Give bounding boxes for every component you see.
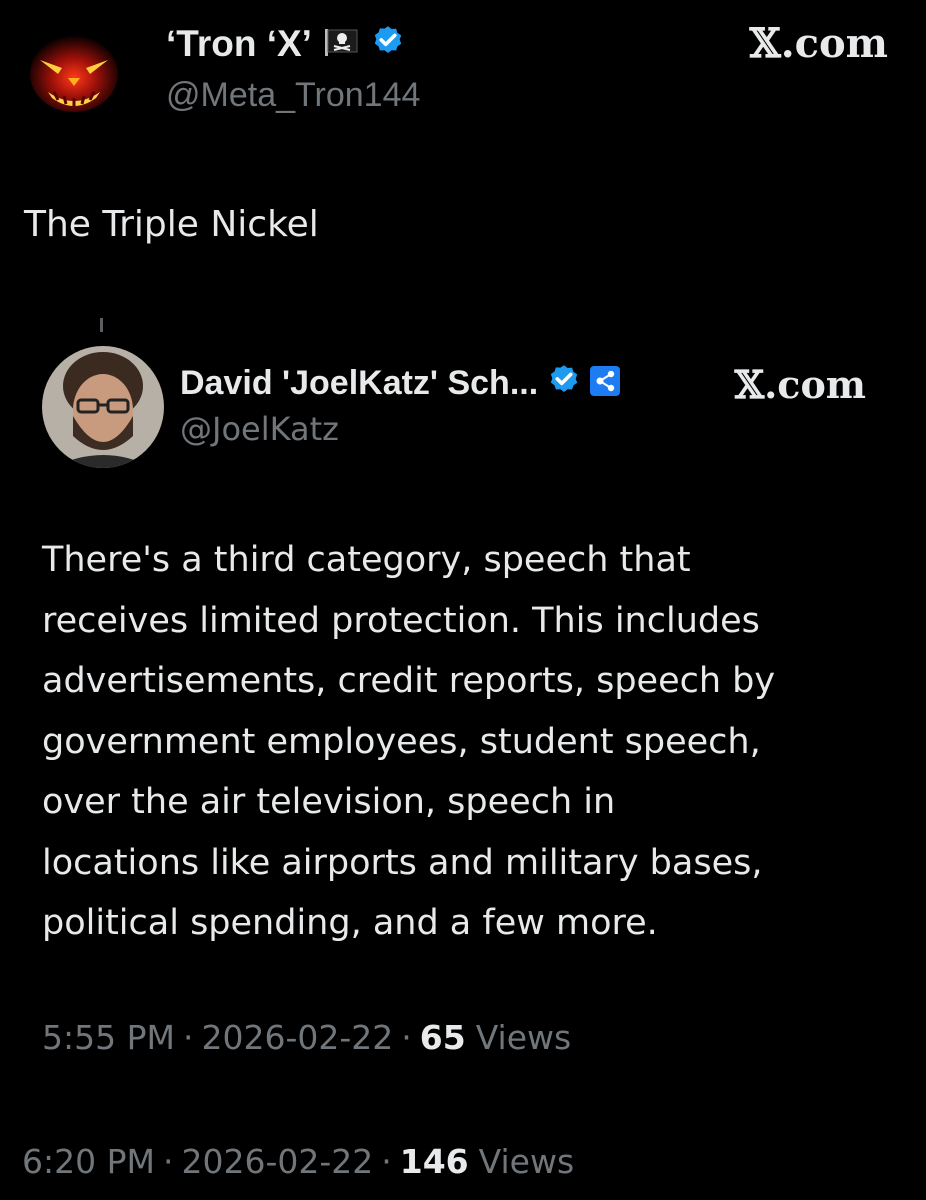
verified-badge-icon[interactable] <box>370 24 406 64</box>
post-date[interactable]: 2026-02-22 <box>181 1142 373 1181</box>
separator: · <box>401 1018 412 1057</box>
quoted-author-handle[interactable]: @JoelKatz <box>180 410 339 448</box>
quoted-post-views-count[interactable]: 65 <box>420 1018 466 1057</box>
thread-connector-line <box>100 318 103 332</box>
quoted-text-line: There's a third category, speech that <box>42 540 691 580</box>
xrp-affiliate-icon[interactable] <box>590 366 621 400</box>
quoted-post-views-label: Views <box>475 1018 572 1057</box>
verified-badge-icon[interactable] <box>546 363 582 403</box>
pirate-flag-icon <box>324 28 358 60</box>
separator: · <box>162 1142 174 1181</box>
quoted-text-line: over the air television, speech in <box>42 782 616 822</box>
x-com-logo: 𝕏.com <box>734 362 866 407</box>
quoted-author-display-name[interactable]: David 'JoelKatz' Sch... <box>180 364 538 403</box>
quoted-text-line: government employees, student speech, <box>42 721 761 762</box>
avatar-meta-tron[interactable] <box>18 12 130 124</box>
post-views-count[interactable]: 146 <box>400 1142 469 1181</box>
post-time[interactable]: 6:20 PM <box>22 1142 155 1181</box>
quoted-text-line: political spending, and a few more. <box>42 903 658 943</box>
separator: · <box>182 1018 194 1057</box>
quoted-text-line: advertisements, credit reports, speech b… <box>42 661 776 701</box>
quoted-text-line: locations like airports and military bas… <box>42 842 763 883</box>
quoted-author-name-row: David 'JoelKatz' Sch... <box>180 360 621 406</box>
x-com-logo: 𝕏.com <box>749 20 888 67</box>
quoted-text-line: receives limited protection. This includ… <box>42 600 760 641</box>
post-text: The Triple Nickel <box>24 204 319 245</box>
post-views-label: Views <box>478 1142 575 1181</box>
quoted-post-text: There's a third category, speech that re… <box>42 530 902 954</box>
avatar-joelkatz[interactable] <box>42 346 164 468</box>
author-display-name[interactable]: ‘Tron ‘X’ <box>166 23 312 65</box>
quoted-post-time[interactable]: 5:55 PM <box>42 1018 175 1057</box>
separator: · <box>381 1142 392 1181</box>
author-handle[interactable]: @Meta_Tron144 <box>166 76 420 115</box>
post-metadata: 6:20 PM · 2026-02-22 · 146 Views <box>22 1142 574 1181</box>
quoted-post-metadata: 5:55 PM · 2026-02-22 · 65 Views <box>42 1018 571 1057</box>
quoted-post-date[interactable]: 2026-02-22 <box>201 1018 393 1057</box>
author-name-row: ‘Tron ‘X’ <box>166 20 406 68</box>
